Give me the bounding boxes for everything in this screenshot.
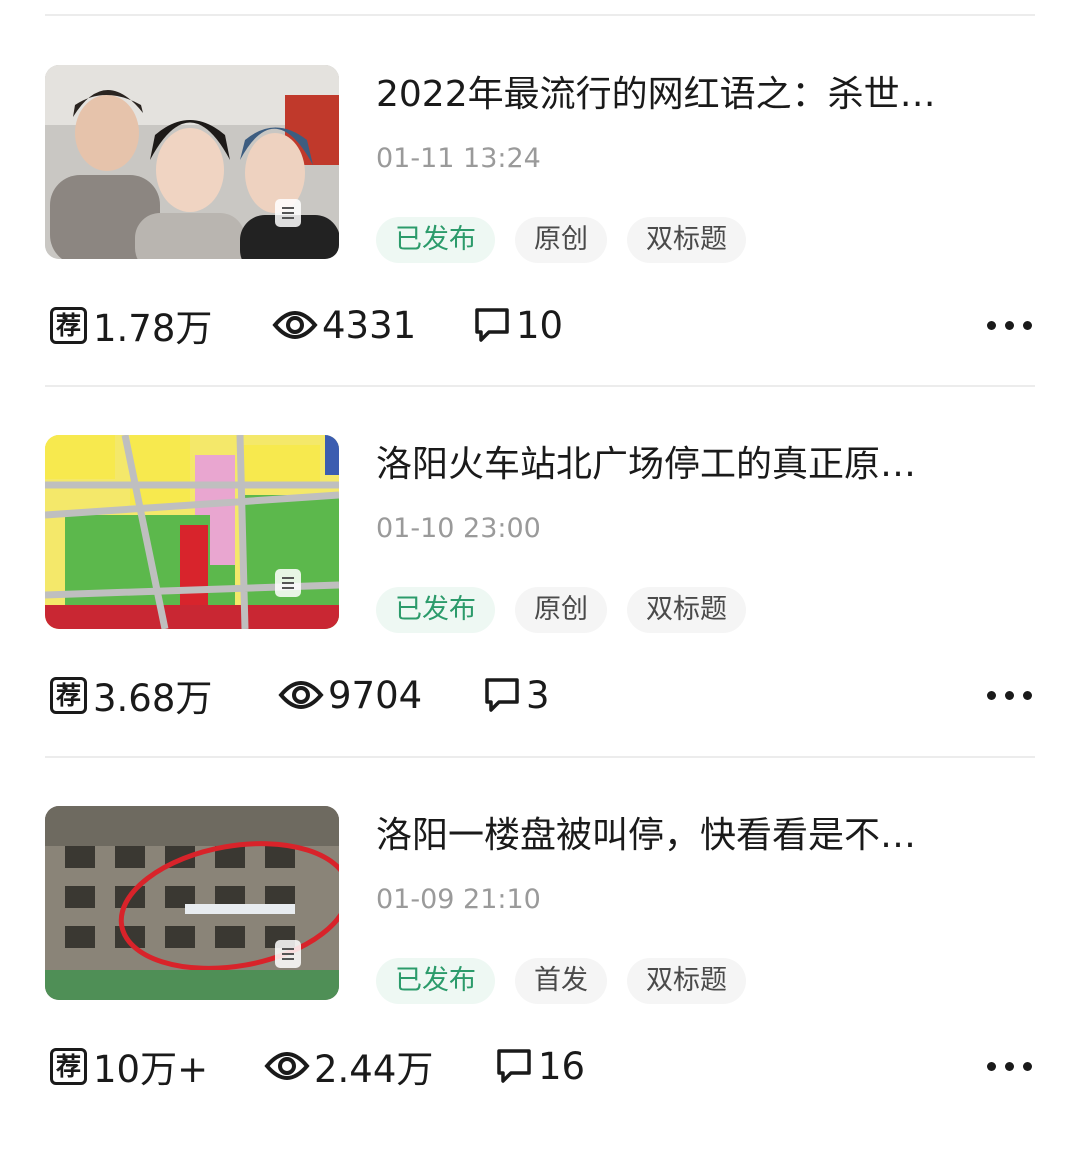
recommend-count: 10万+ xyxy=(93,1048,209,1091)
recommend-count: 3.68万 xyxy=(93,677,213,720)
recommend-icon: 荐 xyxy=(50,1047,87,1085)
recommend-icon: 荐 xyxy=(50,676,87,714)
article-type-icon xyxy=(275,569,301,597)
recommend-stat: 荐 3.68万 xyxy=(50,665,212,725)
article-thumbnail[interactable] xyxy=(45,435,339,629)
comment-bubble-icon xyxy=(485,678,519,712)
views-stat: 2.44万 xyxy=(264,1036,433,1096)
more-options-button[interactable] xyxy=(987,665,1032,725)
stats-row: 荐 3.68万 9704 3 xyxy=(50,665,1040,725)
comments-stat[interactable]: 10 xyxy=(472,295,563,355)
article-thumbnail[interactable] xyxy=(45,65,339,259)
publish-time: 01-09 21:10 xyxy=(376,884,541,915)
comment-bubble-icon xyxy=(497,1049,531,1083)
eye-icon xyxy=(278,681,324,709)
comment-bubble-icon xyxy=(475,308,509,342)
recommend-icon: 荐 xyxy=(50,306,87,344)
double-title-tag: 双标题 xyxy=(627,217,746,263)
thumbnail-map xyxy=(45,435,339,629)
article-title[interactable]: 洛阳火车站北广场停工的真正原… xyxy=(376,441,1036,489)
publish-time: 01-10 23:00 xyxy=(376,513,541,544)
tag-list: 已发布 原创 双标题 xyxy=(376,587,746,633)
type-tag: 原创 xyxy=(515,217,607,263)
recommend-count: 1.78万 xyxy=(93,307,213,350)
article-type-icon xyxy=(275,199,301,227)
more-dots-icon xyxy=(987,1061,996,1071)
article-type-icon xyxy=(275,940,301,968)
top-divider xyxy=(45,14,1035,16)
article-title[interactable]: 洛阳一楼盘被叫停，快看看是不… xyxy=(376,812,1036,860)
stats-row: 荐 10万+ 2.44万 16 xyxy=(50,1036,1040,1096)
article-thumbnail[interactable] xyxy=(45,806,339,1000)
views-stat: 9704 xyxy=(278,665,422,725)
thumbnail-photo-building xyxy=(45,806,339,1000)
more-options-button[interactable] xyxy=(987,295,1032,355)
status-tag: 已发布 xyxy=(376,587,495,633)
double-title-tag: 双标题 xyxy=(627,958,746,1004)
recommend-stat: 荐 10万+ xyxy=(50,1036,208,1096)
tag-list: 已发布 原创 双标题 xyxy=(376,217,746,263)
status-tag: 已发布 xyxy=(376,217,495,263)
comments-stat[interactable]: 16 xyxy=(494,1036,585,1096)
eye-icon xyxy=(272,311,318,339)
more-options-button[interactable] xyxy=(987,1036,1032,1096)
views-count: 2.44万 xyxy=(314,1048,434,1091)
comments-count: 3 xyxy=(526,673,550,717)
article-item-3[interactable]: 洛阳一楼盘被叫停，快看看是不… 01-09 21:10 已发布 首发 双标题 荐… xyxy=(0,806,1080,1176)
more-dots-icon xyxy=(987,320,996,330)
tag-list: 已发布 首发 双标题 xyxy=(376,958,746,1004)
double-title-tag: 双标题 xyxy=(627,587,746,633)
views-stat: 4331 xyxy=(272,295,416,355)
article-item-1[interactable]: 2022年最流行的网红语之：杀世… 01-11 13:24 已发布 原创 双标题… xyxy=(0,65,1080,435)
publish-time: 01-11 13:24 xyxy=(376,143,541,174)
comments-count: 16 xyxy=(538,1044,586,1088)
type-tag: 首发 xyxy=(515,958,607,1004)
article-title[interactable]: 2022年最流行的网红语之：杀世… xyxy=(376,71,1036,119)
stats-row: 荐 1.78万 4331 10 xyxy=(50,295,1040,355)
eye-icon xyxy=(264,1052,310,1080)
article-divider xyxy=(45,756,1035,758)
thumbnail-photo-people xyxy=(45,65,339,259)
type-tag: 原创 xyxy=(515,587,607,633)
comments-count: 10 xyxy=(516,303,564,347)
article-divider xyxy=(45,385,1035,387)
views-count: 9704 xyxy=(328,673,423,717)
status-tag: 已发布 xyxy=(376,958,495,1004)
more-dots-icon xyxy=(987,690,996,700)
article-item-2[interactable]: 洛阳火车站北广场停工的真正原… 01-10 23:00 已发布 原创 双标题 荐… xyxy=(0,435,1080,805)
views-count: 4331 xyxy=(322,303,417,347)
comments-stat[interactable]: 3 xyxy=(482,665,550,725)
recommend-stat: 荐 1.78万 xyxy=(50,295,212,355)
